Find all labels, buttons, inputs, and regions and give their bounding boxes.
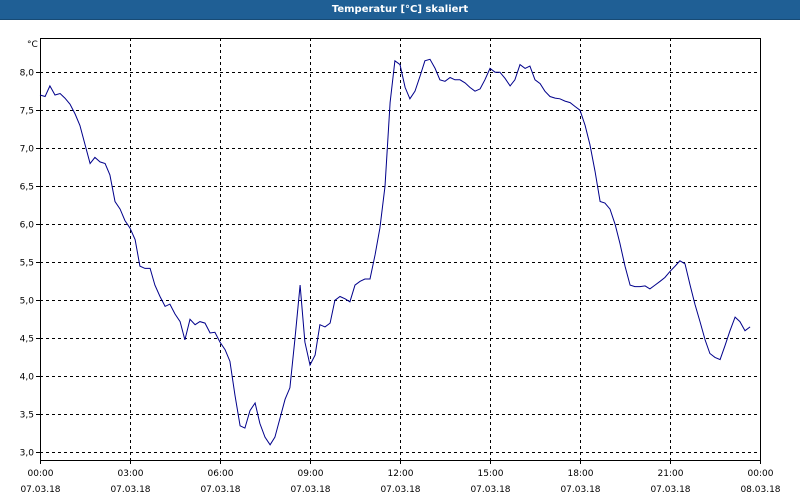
x-tick-labels: 00:00 07.03.18 03:00 07.03.18 06:00 07.03.18 0… <box>20 469 780 495</box>
y-tick-label: 5,5 <box>20 259 34 269</box>
x-tick-time-label: 00:00 <box>748 469 774 479</box>
chart-svg: °C 3,0 3,5 4,0 4,5 5,0 5,5 6,0 6,5 7,0 7,5 8,0 00:… <box>20 38 781 495</box>
grid-lines <box>40 38 760 460</box>
y-tick-label: 4,0 <box>20 373 35 383</box>
x-tick-time-label: 18:00 <box>568 469 594 479</box>
window-title: Temperatur [°C] skaliert <box>0 0 800 20</box>
y-tick-label: 7,5 <box>20 107 34 117</box>
chart: °C 3,0 3,5 4,0 4,5 5,0 5,5 6,0 6,5 7,0 7,5 8,0 00:… <box>0 20 800 500</box>
x-tick-time-label: 09:00 <box>298 469 324 479</box>
x-tick-time-label: 12:00 <box>388 469 414 479</box>
y-tick-label: 7,0 <box>20 145 35 155</box>
x-tick-time-label: 21:00 <box>658 469 684 479</box>
y-tick-label: 3,0 <box>20 449 35 459</box>
y-tick-labels: 3,0 3,5 4,0 4,5 5,0 5,5 6,0 6,5 7,0 7,5 8,0 <box>20 69 35 459</box>
x-tick-date-label: 07.03.18 <box>470 485 510 495</box>
x-tick-date-label: 08.03.18 <box>740 485 780 495</box>
x-tick-time-label: 06:00 <box>208 469 234 479</box>
y-tick-label: 3,5 <box>20 411 34 421</box>
x-tick-time-label: 15:00 <box>478 469 504 479</box>
y-tick-label: 4,5 <box>20 335 34 345</box>
x-tick-date-label: 07.03.18 <box>200 485 240 495</box>
y-tick-label: 6,0 <box>20 221 35 231</box>
x-tick-date-label: 07.03.18 <box>110 485 150 495</box>
y-tick-label: 6,5 <box>20 183 34 193</box>
x-tick-date-label: 07.03.18 <box>380 485 420 495</box>
x-tick-date-label: 07.03.18 <box>650 485 690 495</box>
x-tick-date-label: 07.03.18 <box>290 485 330 495</box>
x-tick-time-label: 00:00 <box>28 469 54 479</box>
x-tick-date-label: 07.03.18 <box>560 485 600 495</box>
x-tick-time-label: 03:00 <box>118 469 144 479</box>
y-tick-label: 8,0 <box>20 69 35 79</box>
y-axis-unit-label: °C <box>27 40 38 50</box>
x-tick-date-label: 07.03.18 <box>20 485 60 495</box>
temperature-series-line <box>39 58 751 446</box>
y-tick-label: 5,0 <box>20 297 35 307</box>
